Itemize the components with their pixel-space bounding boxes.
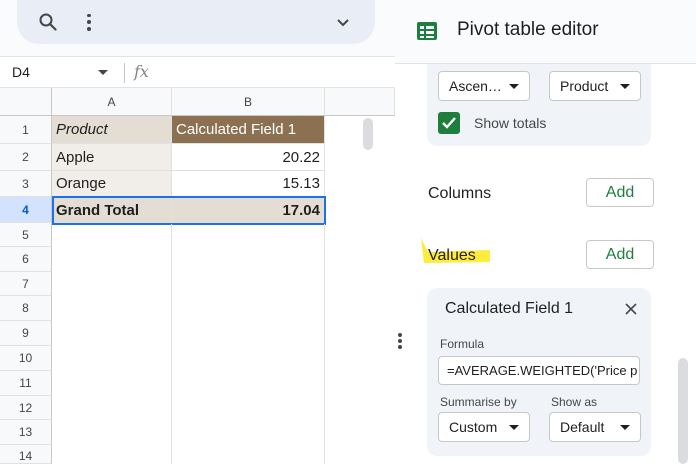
row-header-8[interactable]: 8 [0, 296, 52, 321]
formula-bar: D4 fx [0, 56, 395, 88]
formula-bar-divider [124, 63, 125, 83]
grid-line [324, 224, 325, 464]
column-header-c[interactable] [325, 88, 395, 116]
formula-label: Formula [440, 337, 485, 351]
row-header-6[interactable]: 6 [0, 247, 52, 272]
panel-resize-handle-icon[interactable] [398, 331, 402, 351]
row-header-13[interactable]: 13 [0, 420, 52, 445]
pivot-row-label[interactable]: Orange [52, 171, 172, 197]
checkmark-icon [442, 117, 456, 129]
pivot-row-value[interactable]: 15.13 [172, 171, 325, 197]
editor-header: Pivot table editor [395, 0, 696, 64]
pivot-row-label[interactable]: Apple [52, 144, 172, 171]
search-icon[interactable] [38, 12, 58, 32]
show-totals-label: Show totals [474, 115, 547, 131]
row-header-4[interactable]: 4 [0, 197, 52, 223]
rows-field-card: Ascen… Product Show totals [427, 64, 651, 146]
show-as-dropdown[interactable]: Default [549, 412, 641, 442]
sheets-table-icon [416, 21, 438, 46]
name-box[interactable]: D4 [12, 64, 30, 80]
pivot-header-calculated-field[interactable]: Calculated Field 1 [172, 116, 325, 144]
pivot-header-product[interactable]: Product [52, 116, 172, 144]
row-header-5[interactable]: 5 [0, 223, 52, 247]
column-header-b[interactable]: B [172, 88, 325, 116]
pivot-row-value[interactable]: 20.22 [172, 144, 325, 171]
column-header-a[interactable]: A [52, 88, 172, 116]
chevron-down-icon[interactable] [333, 12, 353, 32]
row-header-9[interactable]: 9 [0, 321, 52, 346]
show-as-value: Default [560, 419, 605, 435]
row-header-12[interactable]: 12 [0, 396, 52, 420]
dropdown-arrow-icon [620, 425, 630, 430]
spreadsheet-grid: A B 1 2 3 4 5 6 7 8 9 10 11 12 13 14 Pro… [0, 88, 395, 464]
grand-total-label[interactable]: Grand Total [52, 196, 172, 224]
row-header-1[interactable]: 1 [0, 116, 52, 144]
editor-title: Pivot table editor [457, 19, 599, 40]
summarise-by-label: Summarise by [440, 395, 517, 409]
value-field-title: Calculated Field 1 [445, 300, 574, 317]
order-dropdown[interactable]: Ascen… [438, 71, 530, 101]
editor-scrollbar[interactable] [678, 358, 688, 464]
dropdown-arrow-icon [509, 84, 519, 89]
row-header-2[interactable]: 2 [0, 144, 52, 171]
search-toolbar [17, 0, 375, 44]
dropdown-arrow-icon [620, 84, 630, 89]
show-totals-checkbox[interactable] [438, 112, 460, 134]
columns-section-label: Columns [428, 185, 492, 202]
grand-total-value[interactable]: 17.04 [172, 196, 325, 224]
value-field-card: Calculated Field 1 Formula =AVERAGE.WEIG… [427, 288, 651, 456]
row-header-3[interactable]: 3 [0, 171, 52, 197]
show-as-label: Show as [551, 395, 598, 409]
values-section-label: Values [428, 247, 476, 264]
select-all-corner[interactable] [0, 88, 52, 116]
fx-icon: fx [134, 62, 149, 81]
formula-input[interactable]: =AVERAGE.WEIGHTED('Price p [438, 356, 640, 385]
close-icon[interactable] [623, 301, 639, 317]
add-column-button[interactable]: Add [586, 178, 654, 207]
summarise-by-dropdown[interactable]: Custom [438, 412, 530, 442]
row-header-7[interactable]: 7 [0, 272, 52, 296]
pivot-table-editor: Pivot table editor Ascen… Product Show t… [395, 0, 696, 464]
summarise-by-value: Custom [449, 419, 498, 435]
grid-line [171, 224, 172, 464]
kebab-menu-icon[interactable] [79, 12, 99, 32]
sheet-scrollbar[interactable] [363, 118, 373, 150]
sheet-toolbar-area [0, 0, 395, 56]
name-box-dropdown-icon[interactable] [98, 70, 108, 75]
row-header-10[interactable]: 10 [0, 346, 52, 371]
add-value-button[interactable]: Add [586, 240, 654, 269]
order-value: Ascen… [449, 78, 502, 94]
row-header-14[interactable]: 14 [0, 445, 52, 464]
dropdown-arrow-icon [509, 425, 519, 430]
sort-by-dropdown[interactable]: Product [549, 71, 641, 101]
row-header-11[interactable]: 11 [0, 371, 52, 396]
sort-by-value: Product [560, 78, 609, 94]
